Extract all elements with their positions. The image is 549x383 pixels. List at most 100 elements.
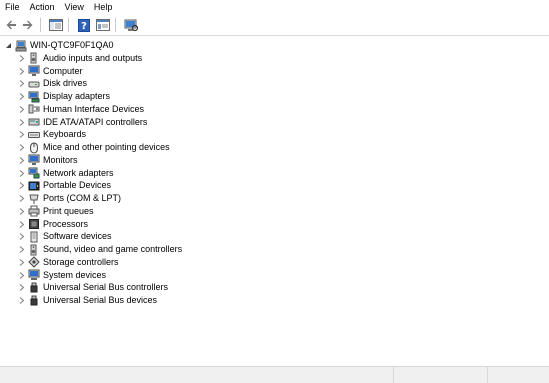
- usb-icon: [28, 282, 40, 294]
- menu-help[interactable]: Help: [89, 0, 118, 15]
- show-hide-tree-icon[interactable]: [48, 17, 64, 33]
- expand-arrow-icon[interactable]: [16, 154, 26, 167]
- expand-arrow-icon[interactable]: [16, 205, 26, 218]
- expand-arrow-icon[interactable]: [16, 116, 26, 129]
- storage-controller-icon: [28, 256, 40, 268]
- expand-arrow-icon[interactable]: [16, 179, 26, 192]
- expand-arrow-icon[interactable]: [16, 77, 26, 90]
- toolbar-separator: [115, 18, 116, 32]
- port-icon: [28, 193, 40, 205]
- keyboard-icon: [28, 129, 40, 141]
- network-adapter-icon: [28, 167, 40, 179]
- tree-node-portable-devices[interactable]: Portable Devices: [16, 179, 111, 192]
- scan-hardware-icon[interactable]: [123, 17, 139, 33]
- system-device-icon: [28, 269, 40, 281]
- expand-arrow-icon[interactable]: [16, 281, 26, 294]
- tree-node-computer[interactable]: Computer: [16, 65, 83, 78]
- portable-device-icon: [28, 180, 40, 192]
- expand-arrow-icon[interactable]: [16, 256, 26, 269]
- status-bar: [0, 366, 549, 383]
- tree-item-label: Sound, video and game controllers: [43, 244, 183, 254]
- tree-node-mice-and-other-pointing-devices[interactable]: Mice and other pointing devices: [16, 141, 170, 154]
- disk-drive-icon: [28, 78, 40, 90]
- back-icon[interactable]: [3, 17, 19, 33]
- menu-file[interactable]: File: [0, 0, 25, 15]
- expand-arrow-icon[interactable]: [16, 103, 26, 116]
- menu-action[interactable]: Action: [25, 0, 60, 15]
- tree-item-label: Print queues: [43, 205, 94, 216]
- tree-item-label: System devices: [43, 269, 107, 280]
- expand-arrow-icon[interactable]: [16, 128, 26, 141]
- tree-node-universal-serial-bus-devices[interactable]: Universal Serial Bus devices: [16, 294, 157, 307]
- expand-arrow-icon[interactable]: [16, 192, 26, 205]
- tree-item-label: Disk drives: [43, 78, 88, 89]
- tree-item-label: WIN-QTC9F0F1QA0: [30, 40, 114, 50]
- expand-arrow-icon[interactable]: [16, 52, 26, 65]
- expand-arrow-icon[interactable]: [16, 218, 26, 231]
- expand-arrow-icon[interactable]: [16, 243, 26, 256]
- toolbar-separator: [40, 18, 41, 32]
- mouse-icon: [28, 141, 40, 154]
- tree-node-ports-com-lpt[interactable]: Ports (COM & LPT): [16, 192, 121, 205]
- toolbar-separator: [68, 18, 69, 32]
- tree-node-audio-inputs-and-outputs[interactable]: Audio inputs and outputs: [16, 52, 142, 65]
- expand-arrow-icon[interactable]: [16, 141, 26, 154]
- tree-item-label: Storage controllers: [43, 256, 119, 267]
- tree-item-label: Network adapters: [43, 167, 114, 178]
- tree-node-human-interface-devices[interactable]: Human Interface Devices: [16, 103, 144, 116]
- tree-item-label: Mice and other pointing devices: [43, 142, 170, 152]
- expand-arrow-icon[interactable]: [16, 90, 26, 103]
- speaker-icon: [28, 52, 40, 64]
- tree-node-universal-serial-bus-controllers[interactable]: Universal Serial Bus controllers: [16, 281, 168, 294]
- tree-node-keyboards[interactable]: Keyboards: [16, 128, 86, 141]
- tree-node-ide-ata-atapi-controllers[interactable]: IDE ATA/ATAPI controllers: [16, 116, 147, 129]
- expand-arrow-icon[interactable]: [16, 294, 26, 307]
- device-tree: WIN-QTC9F0F1QA0 Audio inputs and outputs C…: [0, 38, 549, 366]
- tree-item-label: Processors: [43, 218, 89, 229]
- tree-item-label: Monitors: [43, 154, 78, 165]
- tree-item-label: Keyboards: [43, 129, 87, 140]
- tree-node-sound-video-and-game-controllers[interactable]: Sound, video and game controllers: [16, 243, 182, 256]
- forward-icon[interactable]: [20, 17, 36, 33]
- tree-node-system-devices[interactable]: System devices: [16, 269, 106, 282]
- printer-icon: [28, 205, 40, 217]
- collapse-arrow-icon[interactable]: [3, 39, 13, 52]
- menu-view[interactable]: View: [60, 0, 89, 15]
- menu-bar: File Action View Help: [0, 0, 549, 15]
- speaker-icon: [28, 244, 40, 256]
- status-pane-secondary: [394, 367, 488, 383]
- expand-arrow-icon[interactable]: [16, 167, 26, 180]
- expand-arrow-icon[interactable]: [16, 269, 26, 282]
- tree-node-software-devices[interactable]: Software devices: [16, 230, 112, 243]
- software-device-icon: [28, 231, 40, 243]
- tree-node-print-queues[interactable]: Print queues: [16, 205, 94, 218]
- toolbar: ?: [0, 15, 549, 36]
- tree-root-node[interactable]: WIN-QTC9F0F1QA0: [3, 39, 114, 52]
- svg-text:?: ?: [81, 21, 87, 32]
- status-pane-main: [0, 367, 394, 383]
- tree-node-network-adapters[interactable]: Network adapters: [16, 167, 114, 180]
- status-pane-tertiary: [488, 367, 549, 383]
- tree-node-display-adapters[interactable]: Display adapters: [16, 90, 110, 103]
- properties-icon[interactable]: [95, 17, 111, 33]
- tree-item-label: IDE ATA/ATAPI controllers: [43, 116, 148, 127]
- expand-arrow-icon[interactable]: [16, 230, 26, 243]
- tree-node-processors[interactable]: Processors: [16, 218, 88, 231]
- tree-item-label: Universal Serial Bus controllers: [43, 282, 169, 293]
- tree-item-label: Ports (COM & LPT): [43, 193, 122, 203]
- tree-item-label: Universal Serial Bus devices: [43, 295, 158, 305]
- processor-icon: [28, 218, 40, 230]
- tree-item-label: Computer: [43, 65, 83, 76]
- display-adapter-icon: [28, 91, 40, 103]
- hid-icon: [28, 103, 40, 115]
- help-icon[interactable]: ?: [76, 17, 92, 33]
- tree-item-label: Software devices: [43, 231, 112, 242]
- tree-node-disk-drives[interactable]: Disk drives: [16, 77, 87, 90]
- tree-node-storage-controllers[interactable]: Storage controllers: [16, 256, 119, 269]
- tree-item-label: Audio inputs and outputs: [43, 52, 143, 63]
- tree-item-label: Portable Devices: [43, 180, 112, 191]
- monitor-icon: [28, 65, 40, 77]
- tree-node-monitors[interactable]: Monitors: [16, 154, 78, 167]
- expand-arrow-icon[interactable]: [16, 65, 26, 78]
- computer-network-icon: [15, 40, 27, 52]
